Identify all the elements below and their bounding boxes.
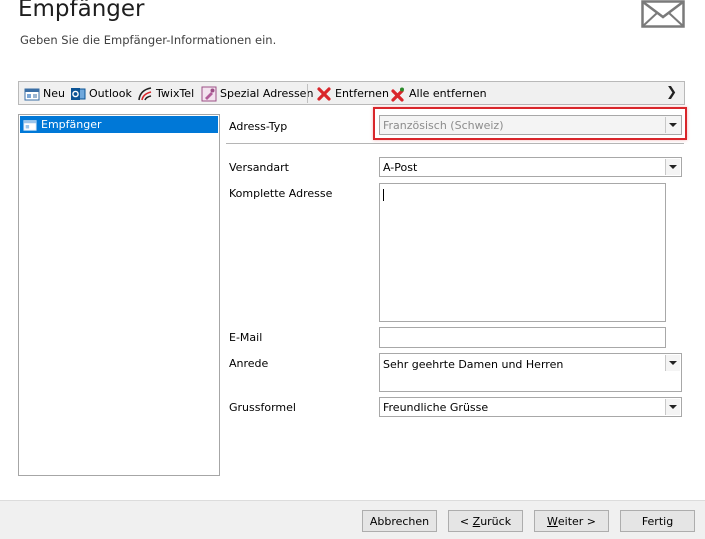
finish-label: Fertig [641, 514, 674, 528]
outlook-button[interactable]: Outlook [70, 85, 132, 102]
toolbar: Neu Outlook TwixTel Spezial Adressen Ent… [18, 81, 685, 105]
twixtel-icon [137, 86, 153, 102]
new-label: Neu [43, 87, 65, 100]
special-address-icon [201, 86, 217, 102]
remove-button[interactable]: Entfernen [316, 85, 389, 102]
new-button[interactable]: Neu [24, 85, 65, 102]
salutation-label: Anrede [229, 357, 269, 370]
chevron-down-icon[interactable] [665, 159, 680, 175]
next-label: eiter > [557, 514, 597, 528]
chevron-down-icon[interactable] [665, 355, 680, 371]
shipping-value: A-Post [383, 160, 418, 174]
remove-all-label: Alle entfernen [409, 87, 487, 100]
special-addresses-button[interactable]: Spezial Adressen [201, 85, 313, 102]
chevron-down-icon[interactable] [665, 399, 680, 415]
toolbar-separator [307, 84, 308, 103]
recipient-list[interactable]: Empfänger [18, 114, 220, 476]
closing-value: Freundliche Grüsse [383, 400, 489, 414]
next-button[interactable]: Weiter > [534, 510, 609, 532]
outlook-label: Outlook [89, 87, 132, 100]
next-accesskey: W [546, 514, 558, 528]
cancel-button[interactable]: Abbrechen [362, 510, 437, 532]
new-card-icon [24, 86, 40, 102]
address-type-value: Französisch (Schweiz) [383, 118, 504, 132]
cancel-label: Abbrechen [369, 514, 430, 528]
page-subtitle: Geben Sie die Empfänger-Informationen ei… [20, 33, 277, 47]
list-item-label: Empfänger [41, 118, 102, 131]
full-address-textarea[interactable] [379, 183, 666, 322]
back-prefix: < [459, 514, 473, 528]
remove-x-icon [316, 86, 332, 102]
shipping-select[interactable]: A-Post [379, 157, 682, 177]
twixtel-label: TwixTel [156, 87, 195, 100]
salutation-select[interactable]: Sehr geehrte Damen und Herren [379, 353, 682, 392]
special-addresses-label: Spezial Adressen [220, 87, 314, 100]
back-label: urück [480, 514, 512, 528]
recipient-card-icon [23, 118, 37, 132]
back-accesskey: Z [472, 514, 481, 528]
divider [226, 143, 684, 144]
finish-button[interactable]: Fertig [620, 510, 695, 532]
remove-all-button[interactable]: Alle entfernen [390, 85, 487, 102]
text-caret [383, 189, 384, 201]
outlook-icon [70, 86, 86, 102]
closing-select[interactable]: Freundliche Grüsse [379, 397, 682, 417]
page-title: Empfänger [18, 0, 145, 22]
address-type-select[interactable]: Französisch (Schweiz) [379, 115, 682, 135]
envelope-icon [641, 0, 685, 28]
address-type-label: Adress-Typ [229, 120, 288, 133]
list-item[interactable]: Empfänger [20, 116, 218, 133]
email-field[interactable] [379, 327, 666, 348]
remove-all-x-icon [390, 86, 406, 102]
back-button[interactable]: < Zurück [448, 510, 523, 532]
twixtel-button[interactable]: TwixTel [137, 85, 194, 102]
chevron-right-icon[interactable]: ❯ [666, 85, 677, 100]
salutation-value: Sehr geehrte Damen und Herren [383, 358, 564, 371]
email-label: E-Mail [229, 331, 263, 344]
shipping-label: Versandart [229, 161, 289, 174]
closing-label: Grussformel [229, 401, 296, 414]
remove-label: Entfernen [335, 87, 389, 100]
full-address-label: Komplette Adresse [229, 187, 333, 200]
chevron-down-icon[interactable] [665, 117, 680, 133]
